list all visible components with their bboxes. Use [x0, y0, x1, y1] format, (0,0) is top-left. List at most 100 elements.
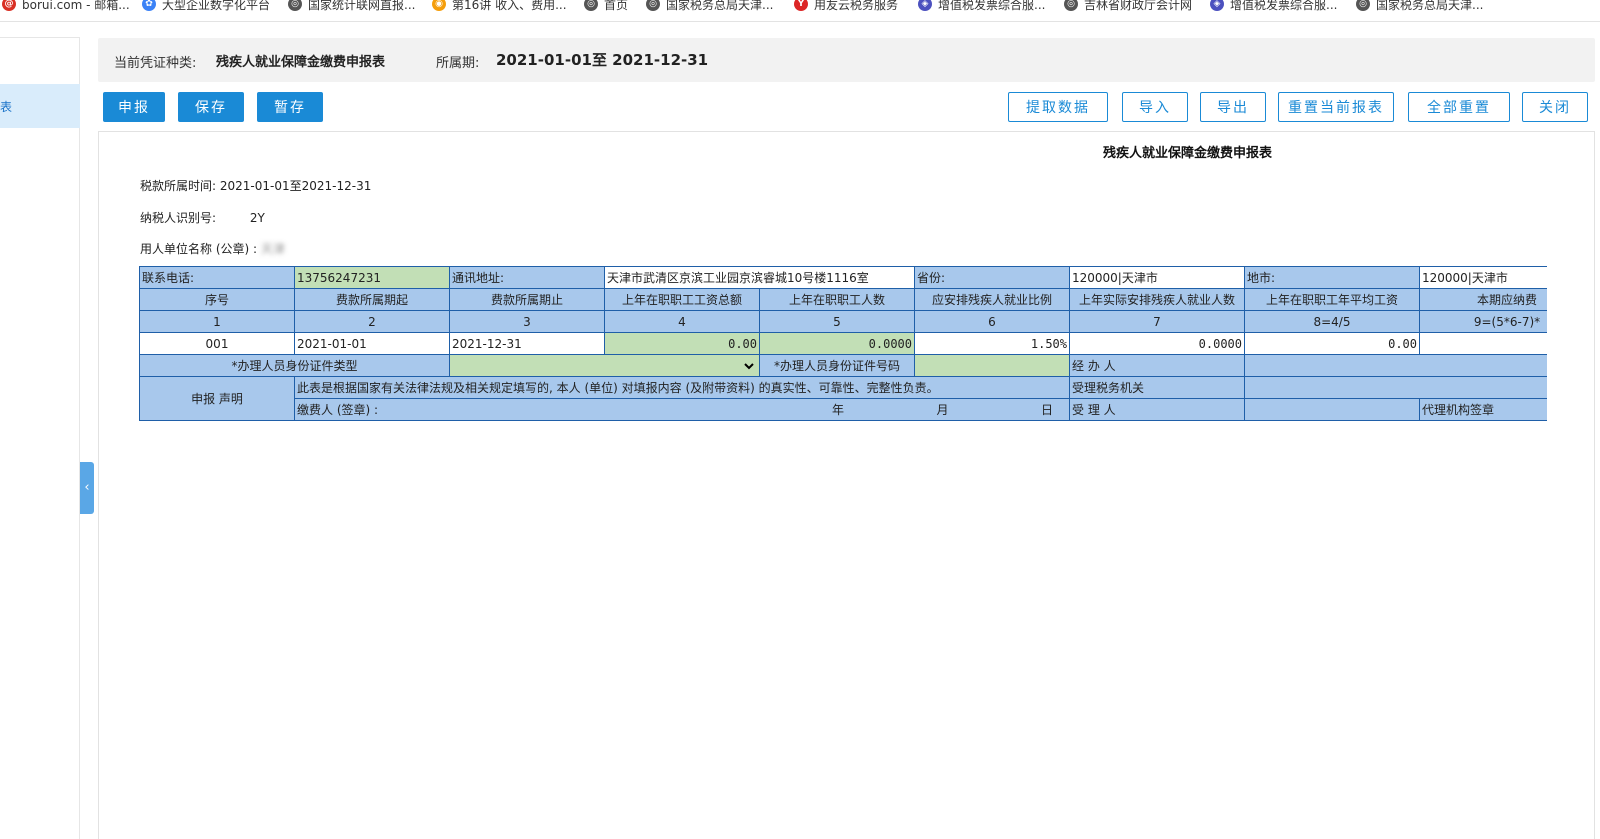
fetch-data-button[interactable]: 提取数据 — [1008, 92, 1108, 122]
bookmark-item[interactable]: ◉ 第16讲 收入、费用... — [432, 0, 567, 14]
chevron-left-icon: ‹ — [84, 480, 90, 495]
mail-icon: @ — [2, 0, 16, 11]
column-header: 应安排残疾人就业比例 — [914, 288, 1070, 311]
column-header: 上年在职职工人数 — [759, 288, 915, 311]
column-index: 1 — [139, 310, 295, 333]
close-button[interactable]: 关闭 — [1522, 92, 1588, 122]
bookmark-item[interactable]: ◎ 首页 — [584, 0, 628, 14]
column-index: 6 — [914, 310, 1070, 333]
form-panel — [98, 131, 1595, 839]
bookmark-item[interactable]: ◈ 增值税发票综合服... — [1210, 0, 1337, 14]
reset-current-button[interactable]: 重置当前报表 — [1278, 92, 1394, 122]
sidebar-item-label: 表 — [0, 100, 13, 114]
employer-value: 天津 — [260, 242, 285, 256]
agency-seal-label: 代理机构签章 — [1419, 398, 1547, 421]
employer-label: 用人单位名称 (公章) : — [140, 242, 258, 256]
disabled-employed-cell[interactable]: 0.0000 — [1069, 332, 1245, 355]
declaration-label: 申报 声明 — [139, 376, 295, 421]
column-header: 费款所属期起 — [294, 288, 450, 311]
report-table-viewport: 联系电话: 13756247231 通讯地址: 天津市武清区京滨工业园京滨睿城1… — [139, 266, 1547, 446]
tax-logo-icon: ◈ — [918, 0, 932, 11]
bookmark-item[interactable]: ◎ 国家税务总局天津... — [646, 0, 773, 14]
column-index: 3 — [449, 310, 605, 333]
payable-cell — [1419, 332, 1547, 355]
address-label: 通讯地址: — [449, 266, 605, 289]
column-index: 5 — [759, 310, 915, 333]
column-index: 4 — [604, 310, 760, 333]
globe-icon: ◎ — [1064, 0, 1078, 11]
agent-label: 经 办 人 — [1069, 354, 1245, 377]
period-end-cell[interactable]: 2021-12-31 — [449, 332, 605, 355]
yonyou-logo-icon: Y — [794, 0, 808, 11]
tax-office-label: 受理税务机关 — [1069, 376, 1245, 399]
taxpayer-id-value: 2Y — [249, 211, 265, 225]
globe-icon: ◎ — [288, 0, 302, 11]
province-label: 省份: — [914, 266, 1070, 289]
handler-idno-label: *办理人员身份证件号码 — [759, 354, 915, 377]
bookmark-item[interactable]: ◎ 吉林省财政厅会计网 — [1064, 0, 1192, 14]
column-header: 本期应纳费 — [1419, 288, 1547, 311]
column-header: 上年在职职工工资总额 — [604, 288, 760, 311]
export-button[interactable]: 导出 — [1200, 92, 1266, 122]
save-button[interactable]: 保存 — [178, 92, 244, 122]
import-button[interactable]: 导入 — [1122, 92, 1188, 122]
bookmarks-bar: @ borui.com - 邮箱... ✿ 大型企业数字化平台 ◎ 国家统计联网直报.… — [0, 0, 1600, 22]
column-index: 8=4/5 — [1244, 310, 1420, 333]
bookmark-item[interactable]: Y 用友云税务服务 — [794, 0, 898, 14]
column-header: 上年在职职工年平均工资 — [1244, 288, 1420, 311]
phone-label: 联系电话: — [139, 266, 295, 289]
payer-sign-cell: 缴费人 (签章) : 年 月 日 — [294, 398, 1070, 421]
avg-wage-cell: 0.00 — [1244, 332, 1420, 355]
submit-button[interactable]: 申报 — [103, 92, 165, 122]
tax-office-value — [1244, 376, 1547, 399]
period-value: 2021-01-01至 2021-12-31 — [496, 51, 709, 69]
phone-input[interactable]: 13756247231 — [294, 266, 450, 289]
globe-icon: ◎ — [1356, 0, 1370, 11]
month-label: 月 — [936, 403, 949, 417]
receiver-label: 受 理 人 — [1069, 398, 1245, 421]
sidebar-item-active[interactable]: 表 — [0, 84, 80, 128]
temp-save-button[interactable]: 暂存 — [257, 92, 323, 122]
period-label: 所属期: — [436, 56, 480, 71]
bookmark-item[interactable]: ◈ 增值税发票综合服... — [918, 0, 1045, 14]
taxpayer-id-label: 纳税人识别号: — [140, 211, 217, 225]
address-input[interactable]: 天津市武清区京滨工业园京滨睿城10号楼1116室 — [604, 266, 915, 289]
total-wages-input[interactable]: 0.00 — [604, 332, 760, 355]
voucher-info-bar: 当前凭证种类: 残疾人就业保障金缴费申报表 所属期: 2021-01-01至 2… — [98, 38, 1595, 82]
globe-icon: ◎ — [584, 0, 598, 11]
handler-idtype-label: *办理人员身份证件类型 — [139, 354, 450, 377]
column-index: 2 — [294, 310, 450, 333]
globe-icon: ◎ — [646, 0, 660, 11]
period-start-cell[interactable]: 2021-01-01 — [294, 332, 450, 355]
city-label: 地市: — [1244, 266, 1420, 289]
tax-period-line: 税款所属时间: 2021-01-01至2021-12-31 — [140, 179, 372, 193]
column-index: 9=(5*6-7)* — [1419, 310, 1547, 333]
reset-all-button[interactable]: 全部重置 — [1408, 92, 1510, 122]
handler-idtype-select[interactable] — [452, 355, 757, 376]
province-value[interactable]: 120000|天津市 — [1069, 266, 1245, 289]
taxpayer-id-line: 纳税人识别号: 2Y — [140, 209, 265, 226]
bookmark-item[interactable]: ✿ 大型企业数字化平台 — [142, 0, 270, 14]
handler-idtype-cell[interactable] — [449, 354, 760, 377]
voucher-type-value: 残疾人就业保障金缴费申报表 — [216, 55, 386, 70]
column-header: 序号 — [139, 288, 295, 311]
year-label: 年 — [832, 403, 845, 417]
declaration-text: 此表是根据国家有关法律法规及相关规定填写的, 本人 (单位) 对填报内容 (及附… — [294, 376, 1070, 399]
bookmark-item[interactable]: ◎ 国家统计联网直报... — [288, 0, 415, 14]
sidebar-collapse-button[interactable]: ‹ — [80, 462, 94, 514]
employee-count-input[interactable]: 0.0000 — [759, 332, 915, 355]
row-serial: 001 — [139, 332, 295, 355]
day-label: 日 — [1040, 403, 1053, 417]
column-header: 费款所属期止 — [449, 288, 605, 311]
column-index: 7 — [1069, 310, 1245, 333]
form-title: 残疾人就业保障金缴费申报表 — [1103, 146, 1273, 161]
bookmark-item[interactable]: @ borui.com - 邮箱... — [2, 0, 130, 14]
report-table: 联系电话: 13756247231 通讯地址: 天津市武清区京滨工业园京滨睿城1… — [139, 266, 1547, 421]
column-header: 上年实际安排残疾人就业人数 — [1069, 288, 1245, 311]
handler-idno-input[interactable] — [914, 354, 1070, 377]
employer-line: 用人单位名称 (公章) : 天津 — [140, 240, 285, 257]
city-value[interactable]: 120000|天津市 — [1419, 266, 1547, 289]
receiver-value — [1244, 398, 1420, 421]
bookmark-item[interactable]: ◎ 国家税务总局天津... — [1356, 0, 1483, 14]
payer-sign-label: 缴费人 (签章) : — [297, 403, 379, 417]
